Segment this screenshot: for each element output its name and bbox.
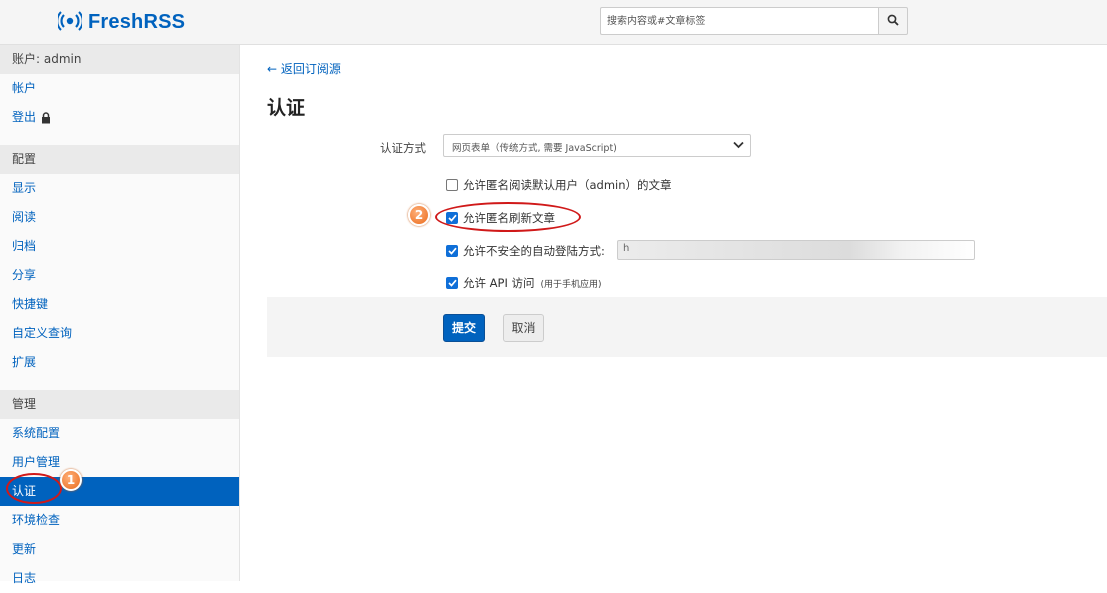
chevron-down-icon [733, 141, 744, 152]
auth-method-select[interactable]: 网页表单（传统方式, 需要 JavaScript) [443, 134, 751, 157]
api-access-label: 允许 API 访问 [463, 276, 535, 290]
sidebar-item-label: 快捷键 [12, 297, 49, 311]
check-icon [447, 247, 457, 255]
check-icon [447, 279, 457, 287]
app-name: FreshRSS [88, 10, 186, 33]
option-api-access[interactable]: 允许 API 访问 (用于手机应用) [446, 275, 602, 291]
unsafe-autologin-checkbox[interactable] [446, 245, 458, 257]
search-input[interactable] [600, 7, 878, 35]
sidebar-item-extensions[interactable]: 扩展 [0, 348, 239, 377]
anon-read-label: 允许匿名阅读默认用户（admin）的文章 [463, 178, 672, 192]
sidebar-item-system[interactable]: 系统配置 [0, 419, 239, 448]
rss-logo-icon [56, 9, 84, 36]
submit-button[interactable]: 提交 [443, 314, 485, 342]
sidebar-heading-config: 配置 [0, 145, 239, 174]
autologin-url-value: h [623, 243, 630, 254]
api-access-checkbox[interactable] [446, 277, 458, 289]
step-badge-1: 1 [60, 469, 82, 491]
sidebar-item-update[interactable]: 更新 [0, 535, 239, 564]
sidebar-item-label: 登出 [12, 110, 37, 124]
lock-icon [41, 111, 51, 124]
sidebar-item-shortcuts[interactable]: 快捷键 [0, 290, 239, 319]
sidebar-item-sharing[interactable]: 分享 [0, 261, 239, 290]
main-content: ← 返回订阅源 认证 认证方式 网页表单（传统方式, 需要 JavaScript… [241, 45, 1107, 581]
sidebar-item-label: 归档 [12, 239, 37, 253]
autologin-url-field[interactable]: h [617, 240, 975, 260]
sidebar-item-label: 环境检查 [12, 513, 61, 527]
sidebar-item-label: 阅读 [12, 210, 37, 224]
auth-method-value: 网页表单（传统方式, 需要 JavaScript) [452, 143, 617, 154]
search-icon [887, 14, 899, 29]
sidebar-item-archiving[interactable]: 归档 [0, 232, 239, 261]
highlight-ellipse-anon-refresh [435, 202, 581, 232]
sidebar-item-queries[interactable]: 自定义查询 [0, 319, 239, 348]
sidebar-item-reading[interactable]: 阅读 [0, 203, 239, 232]
form-actions: 提交 取消 [267, 297, 1107, 357]
unsafe-autologin-label: 允许不安全的自动登陆方式: [463, 244, 605, 258]
sidebar-item-logs[interactable]: 日志 [0, 564, 239, 593]
search-form [600, 7, 908, 35]
sidebar-item-label: 日志 [12, 571, 37, 585]
sidebar-item-logout[interactable]: 登出 [0, 103, 239, 132]
sidebar-item-account[interactable]: 帐户 [0, 74, 239, 103]
option-anon-read[interactable]: 允许匿名阅读默认用户（admin）的文章 [446, 177, 672, 193]
sidebar-heading-admin: 管理 [0, 390, 239, 419]
sidebar-item-label: 帐户 [12, 81, 37, 95]
anon-read-checkbox[interactable] [446, 179, 458, 191]
sidebar-item-label: 系统配置 [12, 426, 61, 440]
step-badge-2: 2 [408, 204, 430, 226]
highlight-ellipse-auth [6, 473, 62, 504]
sidebar-item-check-install[interactable]: 环境检查 [0, 506, 239, 535]
app-logo[interactable]: FreshRSS [56, 9, 186, 36]
back-to-feeds-link[interactable]: ← 返回订阅源 [267, 60, 341, 77]
sidebar-item-display[interactable]: 显示 [0, 174, 239, 203]
cancel-button[interactable]: 取消 [503, 314, 544, 342]
sidebar-item-label: 显示 [12, 181, 37, 195]
option-unsafe-autologin[interactable]: 允许不安全的自动登陆方式: [446, 243, 605, 259]
sidebar-item-label: 扩展 [12, 355, 37, 369]
top-header: FreshRSS [0, 0, 1107, 45]
page-title: 认证 [267, 97, 306, 119]
api-access-note: (用于手机应用) [540, 279, 602, 290]
sidebar-heading-account: 账户: admin [0, 45, 239, 74]
search-button[interactable] [878, 7, 908, 35]
auth-method-label: 认证方式 [380, 141, 426, 155]
sidebar-item-label: 自定义查询 [12, 326, 73, 340]
sidebar-item-label: 更新 [12, 542, 37, 556]
sidebar-item-label: 分享 [12, 268, 37, 282]
